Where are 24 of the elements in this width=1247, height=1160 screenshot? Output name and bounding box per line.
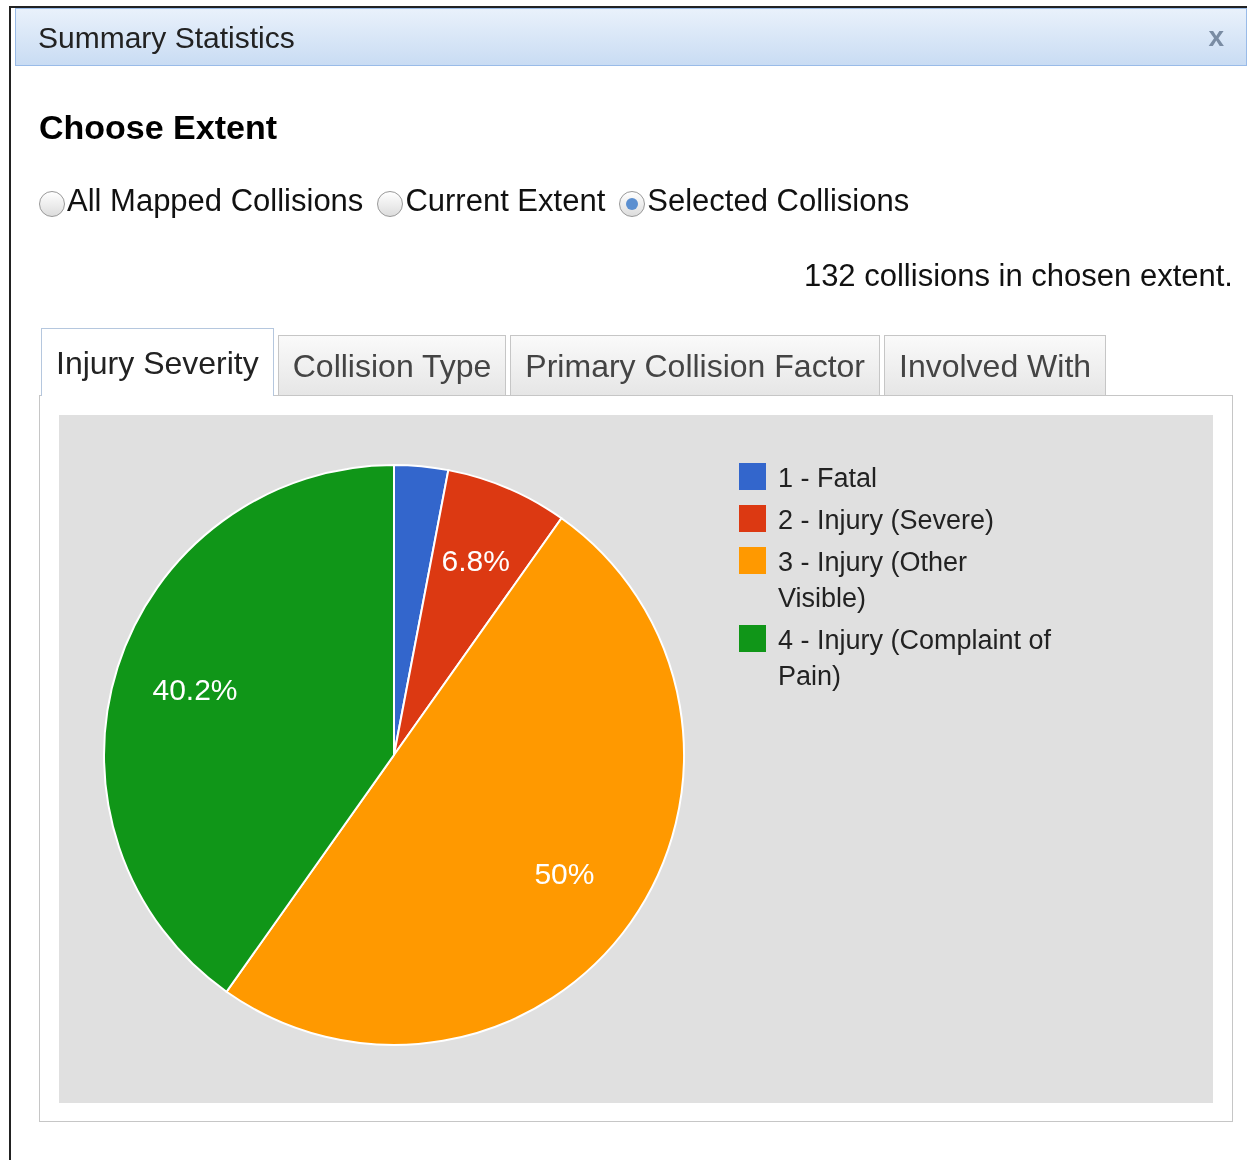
legend-label: 4 - Injury (Complaint of Pain) [778,624,1053,693]
slice-label: 6.8% [441,543,510,577]
extent-radio[interactable]: Current Extent [377,178,606,225]
radio-icon[interactable] [619,191,646,218]
window-title: Summary Statistics [38,19,295,56]
legend-label: 2 - Injury (Severe) [778,504,996,537]
radio-icon[interactable] [377,191,404,218]
legend-label: 3 - Injury (Other Visible) [778,546,969,615]
collision-count: 132 collisions in chosen extent. [803,256,1233,295]
slice-label: 50% [534,856,595,890]
slice-label: 40.2% [152,672,238,706]
legend-swatch [739,505,766,532]
legend-swatch [739,547,766,574]
legend-swatch [739,463,766,490]
radio-icon[interactable] [39,191,65,218]
tab[interactable]: Primary Collision Factor [510,335,880,395]
extent-radio[interactable]: All Mapped Collisions [39,178,364,225]
extent-radio[interactable]: Selected Collisions [619,178,910,225]
legend-label: 1 - Fatal [778,462,879,495]
legend-swatch [739,625,766,652]
tab[interactable]: Involved With [884,335,1107,395]
tab[interactable]: Collision Type [277,335,507,395]
section-heading: Choose Extent [39,110,279,144]
tab[interactable]: Injury Severity [41,328,274,396]
